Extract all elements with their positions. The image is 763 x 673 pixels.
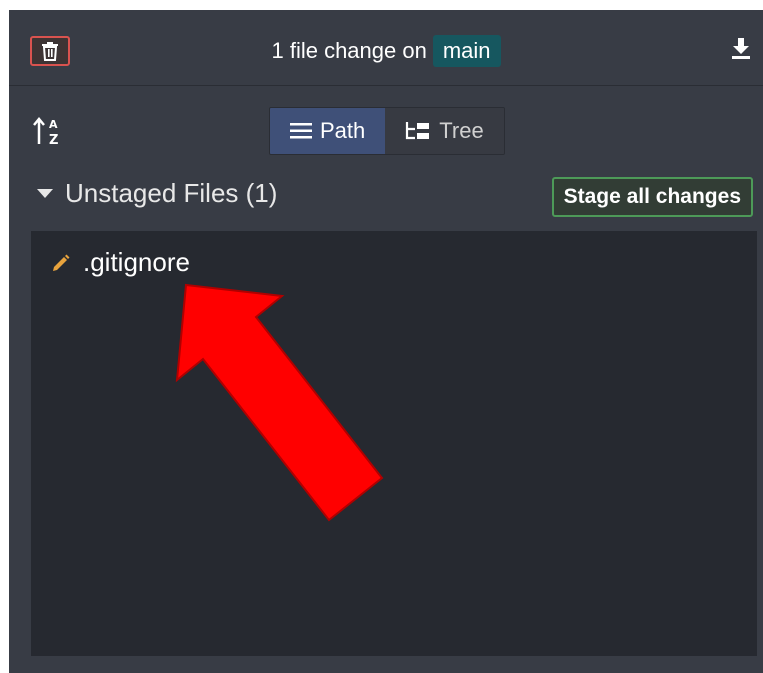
tree-icon	[406, 122, 430, 140]
header-title: 1 file change on main	[9, 34, 763, 68]
sort-alpha-icon[interactable]: A Z	[33, 116, 65, 146]
file-item[interactable]: .gitignore	[51, 247, 190, 278]
change-count-text: 1 file change on	[271, 38, 427, 63]
git-changes-panel: 1 file change on main A Z Path Tree Unst…	[9, 10, 763, 673]
unstaged-section-toggle[interactable]: Unstaged Files (1)	[37, 178, 277, 209]
tree-view-label: Tree	[439, 118, 484, 143]
unstaged-section-title: Unstaged Files (1)	[65, 178, 278, 208]
list-icon	[290, 123, 312, 139]
panel-header: 1 file change on main	[9, 10, 763, 86]
pencil-icon	[53, 254, 70, 271]
svg-text:Z: Z	[49, 133, 58, 146]
view-mode-toggle: Path Tree	[269, 107, 505, 155]
unstaged-file-list: .gitignore	[31, 231, 757, 656]
path-view-button[interactable]: Path	[270, 108, 386, 154]
svg-text:A: A	[49, 118, 58, 131]
path-view-label: Path	[320, 118, 366, 143]
branch-badge: main	[432, 35, 501, 67]
stage-all-button[interactable]: Stage all changes	[551, 177, 753, 217]
file-name: .gitignore	[83, 247, 190, 277]
download-icon[interactable]	[731, 38, 751, 60]
tree-view-button[interactable]: Tree	[385, 108, 504, 154]
caret-down-icon	[37, 189, 53, 198]
